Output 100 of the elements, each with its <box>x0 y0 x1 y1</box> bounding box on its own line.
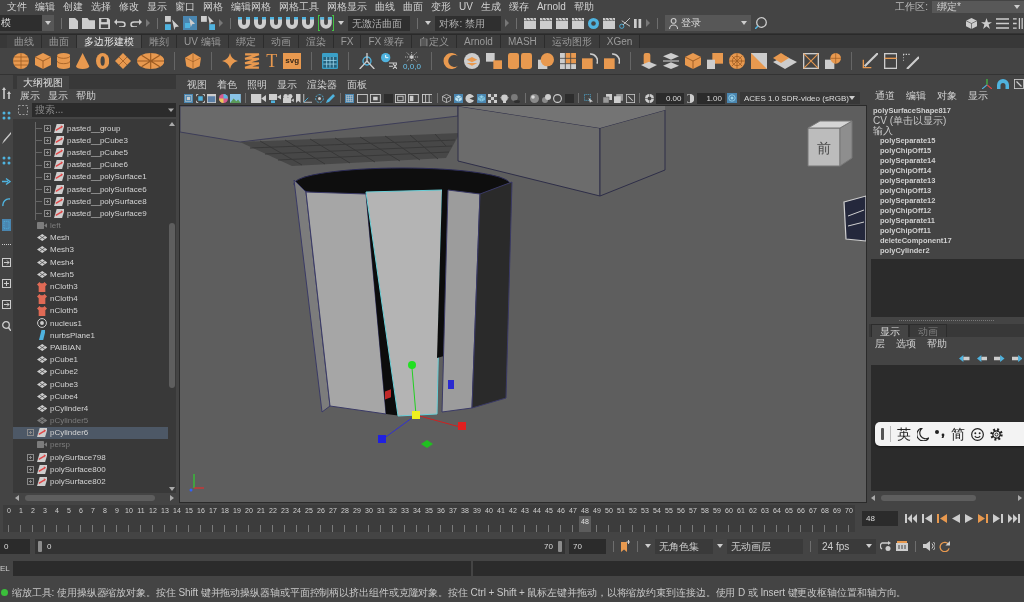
aperture-icon[interactable] <box>644 93 654 103</box>
animation-prefs-icon[interactable] <box>896 541 908 551</box>
outliner-item[interactable]: Mesh <box>13 231 168 244</box>
scrollbar-thumb[interactable] <box>25 495 155 501</box>
expand-box-icon[interactable] <box>44 185 51 193</box>
arrow-bar-icon[interactable] <box>959 354 970 362</box>
language-toggle[interactable]: 英 <box>897 426 911 442</box>
menu-item[interactable]: 选项 <box>896 338 916 350</box>
cube-pair-icon[interactable] <box>507 53 532 69</box>
pencil-icon[interactable] <box>326 93 336 103</box>
step-back-icon[interactable] <box>921 514 932 523</box>
magnet-icon[interactable] <box>270 17 283 29</box>
shelf-tab[interactable]: 运动图形 <box>544 35 600 48</box>
shelf-tab[interactable]: XGen <box>599 35 641 48</box>
workspace-dropdown[interactable]: 绑定* <box>932 0 1024 13</box>
range-slider[interactable]: 0 70 <box>35 538 565 554</box>
caret-icon[interactable] <box>338 21 345 25</box>
arrow-icon[interactable] <box>1 177 11 186</box>
menu-item[interactable]: 显示 <box>48 89 68 102</box>
outliner-item[interactable]: pasted__pCube5 <box>36 146 168 159</box>
outliner-item[interactable]: pasted__polySurface8 <box>36 195 168 208</box>
end-time-field[interactable]: 70 <box>569 538 606 554</box>
split-square-icon[interactable] <box>750 53 767 69</box>
right-arrow-icon[interactable] <box>170 495 174 501</box>
outliner-item[interactable]: pCube3 <box>13 377 168 391</box>
outliner-item[interactable]: pCube1 <box>13 353 168 366</box>
menu-item[interactable]: 显示 <box>968 90 988 102</box>
menu-item[interactable]: 照明 <box>247 78 267 91</box>
box-arrow-icon[interactable] <box>1 300 11 309</box>
svg-button[interactable]: svg <box>283 53 302 69</box>
dots-icon[interactable] <box>1 111 11 120</box>
gate-icon[interactable] <box>408 93 420 103</box>
outliner-item[interactable]: Mesh4 <box>13 256 168 269</box>
menu-item[interactable]: 曲线 <box>375 0 395 13</box>
menu-item[interactable]: UV <box>459 0 473 13</box>
color-ball-icon[interactable] <box>218 93 228 103</box>
spiral-icon[interactable] <box>244 53 261 69</box>
dashed-square-icon[interactable] <box>1 219 11 231</box>
play-icon[interactable] <box>964 514 973 523</box>
ball-icon[interactable] <box>530 93 540 103</box>
expand-box-icon[interactable] <box>44 173 51 181</box>
outliner-item[interactable]: pCube2 <box>13 365 168 378</box>
menu-item[interactable]: 渲染器 <box>307 78 337 91</box>
shelf-tab[interactable]: FX 缓存 <box>361 35 412 48</box>
menu-item[interactable]: 层 <box>875 338 885 350</box>
shelf-tab[interactable]: MASH <box>500 35 545 48</box>
checker-icon[interactable] <box>488 93 498 103</box>
loop-icon[interactable] <box>880 541 892 551</box>
polyhedron-icon[interactable] <box>185 53 202 69</box>
expand-box-icon[interactable] <box>44 197 51 205</box>
menu-item[interactable]: 帮助 <box>927 338 947 350</box>
shelf-tab[interactable]: 自定义 <box>412 35 457 48</box>
squares-icon[interactable] <box>485 53 502 69</box>
clapperboard-icon[interactable] <box>524 17 537 29</box>
undo-icon[interactable] <box>114 19 127 27</box>
camera-lock-icon[interactable] <box>268 93 281 103</box>
magnet-icon[interactable] <box>302 17 315 29</box>
cursor-squares-icon[interactable] <box>165 16 180 30</box>
target-icon[interactable] <box>588 17 600 29</box>
magnifier-icon[interactable] <box>754 17 767 29</box>
slash-box-icon[interactable] <box>1014 78 1024 89</box>
menu-item[interactable]: 曲面 <box>403 0 423 13</box>
expand-box-icon[interactable] <box>27 478 34 486</box>
time-slider[interactable] <box>3 505 855 532</box>
range-handle[interactable] <box>38 540 42 552</box>
menu-item[interactable]: 显示 <box>147 0 167 13</box>
magnet-icon[interactable] <box>238 17 251 29</box>
menu-item[interactable]: 网格工具 <box>279 0 319 13</box>
shelf-tab[interactable]: UV 编辑 <box>177 35 229 48</box>
outliner-item[interactable]: Mesh3 <box>13 243 168 257</box>
command-language-label[interactable]: EL <box>0 564 11 573</box>
shelf-tab[interactable]: Arnold <box>457 35 501 48</box>
menu-item[interactable]: 变形 <box>431 0 451 13</box>
menu-item[interactable]: 帮助 <box>76 89 96 102</box>
wheel-icon[interactable] <box>728 53 745 69</box>
crescent-moon-icon[interactable] <box>917 427 929 441</box>
wireframe-cube-icon[interactable] <box>442 93 452 103</box>
ring-icon[interactable] <box>553 93 563 103</box>
shelf-tab[interactable]: 多边形建模 <box>77 35 142 48</box>
expand-box-icon[interactable] <box>27 465 34 473</box>
cursor-square-icon[interactable] <box>183 16 198 30</box>
grid-icon[interactable] <box>345 93 355 103</box>
outliner-item[interactable]: nCloth3 <box>13 280 168 293</box>
symmetry-dropdown[interactable]: 对称: 禁用 <box>435 15 502 31</box>
menu-item[interactable]: 修改 <box>119 0 139 13</box>
dotted-pencil-icon[interactable] <box>903 53 920 69</box>
character-set-dropdown[interactable]: 无角色集 <box>655 538 713 554</box>
box-arrow-icon[interactable] <box>1 258 11 267</box>
framed-square-icon[interactable] <box>184 93 193 103</box>
outliner-item[interactable]: pasted__polySurface9 <box>36 207 168 220</box>
play-backward-icon[interactable] <box>951 514 960 523</box>
login-dropdown[interactable]: 登录 <box>664 15 751 31</box>
particle-icon[interactable] <box>405 51 419 62</box>
outliner-item[interactable]: pasted__pCube6 <box>36 158 168 171</box>
left-arrow-icon[interactable] <box>871 495 875 501</box>
menu-item[interactable]: 网格 <box>203 0 223 13</box>
grid-window-icon[interactable] <box>322 53 339 69</box>
ring-icon[interactable] <box>95 53 109 69</box>
outliner-item[interactable]: nCloth4 <box>13 292 168 305</box>
smiley-icon[interactable] <box>970 427 984 441</box>
